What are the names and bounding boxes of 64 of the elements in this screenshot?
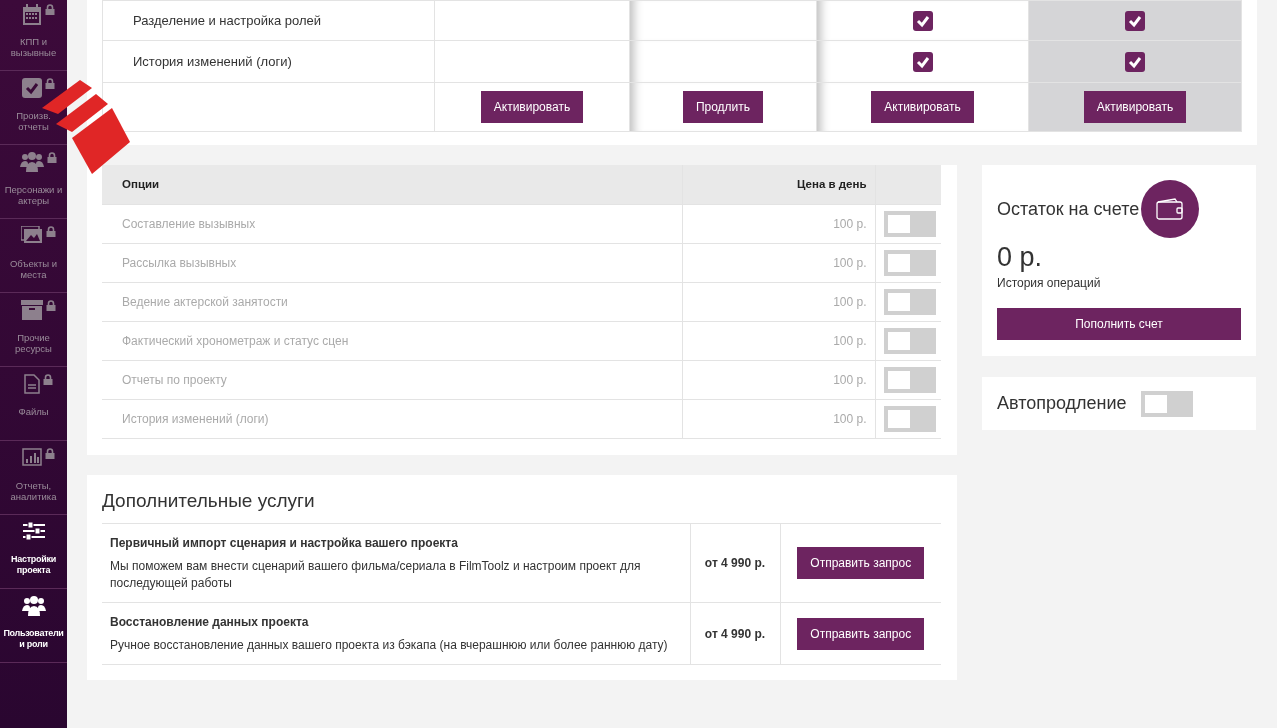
autorenew-toggle[interactable] (1140, 390, 1193, 417)
option-name: Фактический хронометраж и статус сцен (102, 321, 682, 360)
option-price: 100 р. (682, 360, 875, 399)
option-price: 100 р. (682, 204, 875, 243)
lock-icon (43, 374, 53, 385)
sidebar-item[interactable]: Прочие ресурсы (0, 332, 67, 354)
option-name: Отчеты по проекту (102, 360, 682, 399)
chart-icon[interactable] (22, 448, 42, 466)
activate-button[interactable]: Продлить (682, 91, 764, 123)
lock-icon (46, 300, 56, 311)
table-cell: История изменений (логи) (102, 40, 435, 83)
service-name: Первичный импорт сценария и настройка вашего проекта (110, 535, 459, 552)
section-title: Дополнительные услуги (101, 488, 316, 513)
service-description: Ручное восстановление данных вашего проекта из бэкапа (на вчерашнюю или более раннюю дату) (110, 637, 669, 654)
activate-button[interactable]: Активировать (871, 91, 974, 123)
autorenew-label: Автопродление (997, 392, 1127, 415)
column-header: Цена в день (682, 165, 875, 204)
table-cell: Разделение и настройка ролей (102, 0, 435, 41)
service-name: Восстановление данных проекта (110, 614, 310, 631)
lock-icon (45, 448, 55, 459)
sidebar-item[interactable]: КПП и вызывные (0, 36, 67, 58)
option-price: 100 р. (682, 399, 875, 438)
file-icon[interactable] (24, 374, 40, 394)
image-icon[interactable] (21, 226, 43, 244)
balance-amount: 0 р. (997, 242, 1044, 272)
option-price: 100 р. (682, 282, 875, 321)
people-icon[interactable] (21, 596, 46, 616)
activate-button[interactable]: Активировать (1083, 91, 1187, 123)
sliders-icon[interactable] (22, 522, 45, 540)
wallet-icon (1141, 180, 1200, 238)
sidebar-item[interactable]: Произв. отчеты (0, 110, 67, 132)
checkbox-icon[interactable] (22, 78, 42, 98)
option-name: Ведение актерской занятости (102, 282, 682, 321)
sidebar-item[interactable]: Объекты и места (0, 258, 67, 280)
sidebar-item[interactable]: Персонажи и актеры (0, 184, 67, 206)
lock-icon (47, 152, 57, 163)
service-description: Мы поможем вам внести сценарий вашего фильма/сериала в FilmToolz и настроим проект для последующей работы (110, 558, 642, 592)
lock-icon (45, 78, 55, 89)
send-request-button[interactable]: Отправить запрос (797, 617, 925, 650)
option-name: История изменений (логи) (102, 399, 682, 438)
archive-icon[interactable] (21, 300, 43, 320)
calendar-icon[interactable] (22, 4, 42, 26)
checkbox[interactable] (1125, 10, 1145, 31)
option-name: Рассылка вызывных (102, 243, 682, 282)
lock-icon (46, 226, 56, 237)
option-price: 100 р. (682, 243, 875, 282)
service-price: от 4 990 р. (690, 523, 780, 603)
sidebar-item[interactable]: Настройки проекта (0, 554, 67, 576)
checkbox[interactable] (1125, 51, 1145, 72)
column-header: Опции (102, 165, 682, 204)
checkbox[interactable] (912, 51, 933, 72)
balance-title: Остаток на счете (997, 197, 1140, 221)
history-link[interactable]: История операций (997, 274, 1101, 292)
send-request-button[interactable]: Отправить запрос (797, 547, 925, 579)
sidebar-item[interactable]: Отчеты, аналитика (0, 480, 67, 502)
lock-icon (45, 4, 55, 15)
top-up-button[interactable]: Пополнить счет (997, 308, 1241, 340)
option-name: Составление вызывных (102, 204, 682, 243)
option-price: 100 р. (682, 321, 875, 360)
activate-button[interactable]: Активировать (480, 91, 584, 123)
sidebar-item[interactable]: Файлы (0, 406, 67, 417)
sidebar-item[interactable]: Пользователи и роли (0, 628, 67, 650)
service-price: от 4 990 р. (690, 602, 780, 665)
checkbox[interactable] (912, 10, 933, 31)
